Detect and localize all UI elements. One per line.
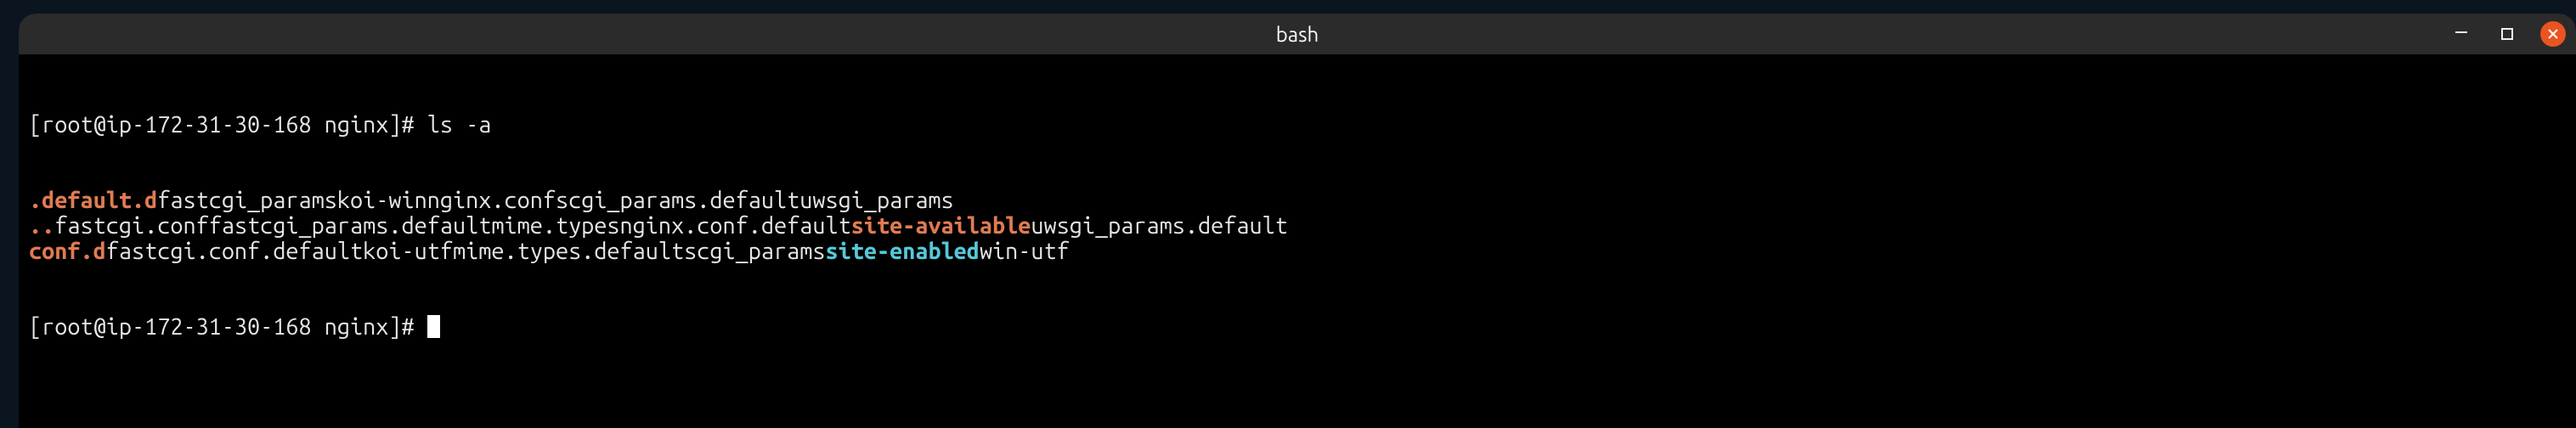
ls-entry: koi-utf — [363, 239, 453, 265]
ls-entry: .. — [29, 214, 54, 239]
ls-entry: conf.d — [29, 239, 106, 265]
ls-entry: fastcgi_params — [157, 189, 337, 214]
ls-row: conf.d fastcgi.conf.default koi-utf mime… — [29, 239, 2566, 265]
prompt-text: [root@ip-172-31-30-168 nginx]# — [29, 314, 427, 340]
ls-entry: nginx.conf.default — [620, 214, 851, 239]
ls-entry: default.d — [42, 189, 157, 214]
prompt-text: [root@ip-172-31-30-168 nginx]# — [29, 112, 427, 138]
terminal-body[interactable]: [root@ip-172-31-30-168 nginx]# ls -a . d… — [19, 54, 2576, 399]
maximize-icon — [2500, 27, 2514, 41]
ls-entry: fastcgi_params.default — [209, 214, 492, 239]
prompt-line-1: [root@ip-172-31-30-168 nginx]# ls -a — [29, 113, 2566, 138]
ls-entry: uwsgi_params.default — [1031, 214, 1287, 239]
titlebar[interactable]: bash — [19, 14, 2576, 54]
maximize-button[interactable] — [2494, 21, 2520, 47]
ls-row: .. fastcgi.conf fastcgi_params.default m… — [29, 214, 2566, 239]
close-button[interactable] — [2540, 21, 2566, 47]
prompt-line-2: [root@ip-172-31-30-168 nginx]# — [29, 315, 2566, 341]
ls-entry: fastcgi.conf — [54, 214, 208, 239]
ls-entry: mime.types.default — [453, 239, 684, 265]
ls-entry: koi-win — [337, 189, 427, 214]
ls-entry: uwsgi_params — [799, 189, 953, 214]
cursor — [427, 315, 440, 338]
minimize-button[interactable] — [2449, 21, 2474, 47]
ls-entry: fastcgi.conf.default — [106, 239, 363, 265]
ls-entry: mime.types — [491, 214, 619, 239]
window-title: bash — [1276, 23, 1319, 46]
ls-entry: scgi_params.default — [556, 189, 799, 214]
ls-entry: site-enabled — [825, 239, 979, 265]
ls-entry: site-available — [851, 214, 1031, 239]
close-icon — [2547, 28, 2559, 40]
ls-entry: . — [29, 189, 42, 214]
ls-entry: scgi_params — [684, 239, 825, 265]
ls-entry: nginx.conf — [427, 189, 556, 214]
ls-row: . default.d fastcgi_params koi-win nginx… — [29, 189, 2566, 214]
minimize-icon — [2454, 22, 2469, 37]
command-text: ls -a — [427, 112, 492, 138]
window-controls — [2449, 14, 2566, 54]
ls-entry: win-utf — [980, 239, 1070, 265]
ls-output: . default.d fastcgi_params koi-win nginx… — [29, 189, 2566, 264]
terminal-window: bash [root@ip-172-31-30-168 nginx]# ls — [19, 14, 2576, 428]
